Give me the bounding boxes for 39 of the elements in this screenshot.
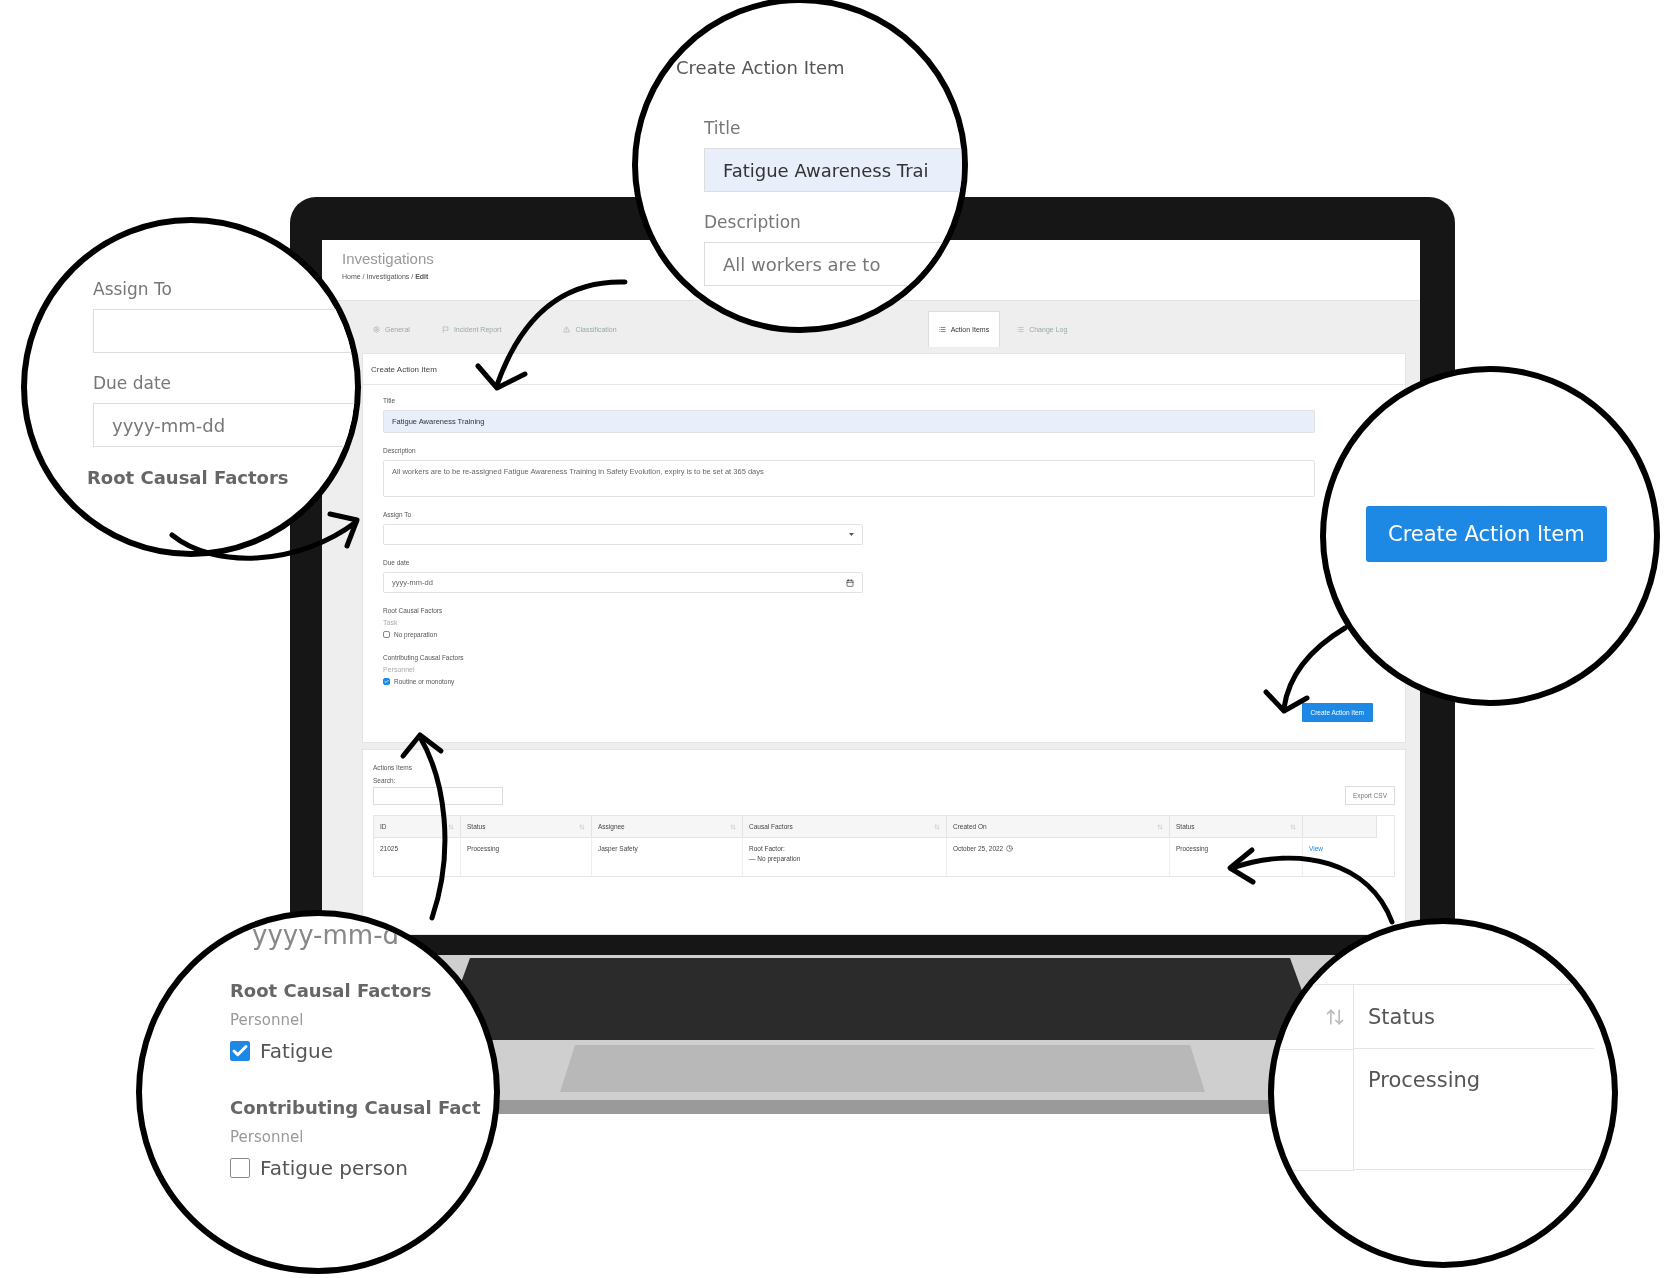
checkbox[interactable] — [230, 1158, 250, 1178]
checkbox-label: Fatigue — [260, 1039, 333, 1063]
section-heading: Contributing Causal Fact — [230, 1097, 481, 1118]
field-label: Description — [704, 212, 801, 232]
sort-icon[interactable] — [1157, 823, 1163, 830]
field-label: Due date — [93, 373, 172, 393]
sort-icon[interactable] — [730, 823, 736, 830]
table-cell: Processing — [1354, 1050, 1594, 1170]
section-heading: Root Causal Factors — [87, 467, 289, 488]
sort-icon[interactable] — [1325, 1007, 1345, 1027]
flag-icon — [441, 326, 449, 333]
create-action-item-button[interactable]: Create Action Item — [1366, 506, 1607, 562]
field-label: Title — [704, 118, 741, 138]
search-field[interactable] — [373, 787, 503, 805]
group-label: Personnel — [230, 1128, 304, 1146]
sort-icon[interactable] — [448, 823, 454, 830]
title-field[interactable]: Fatigue Awareness Trai — [704, 148, 962, 192]
form-heading: Create Action Item — [676, 57, 845, 78]
list-icon — [938, 326, 946, 333]
gear-icon — [373, 326, 380, 333]
column-header: Status — [1354, 985, 1594, 1049]
group-label: Personnel — [230, 1011, 304, 1029]
checkbox-label: Fatigue person — [260, 1156, 408, 1180]
section-heading: Root Causal Factors — [230, 980, 432, 1001]
warning-icon — [563, 326, 571, 333]
calendar-icon[interactable] — [846, 578, 854, 587]
list-icon — [1017, 326, 1025, 333]
caret-icon — [849, 533, 854, 536]
checked-checkbox[interactable] — [230, 1041, 250, 1061]
sort-icon[interactable] — [934, 823, 940, 830]
due-date-field[interactable]: yyyy-mm-dd — [93, 403, 355, 447]
clock-icon — [1006, 845, 1014, 852]
sort-icon[interactable] — [579, 823, 585, 830]
checked-checkbox[interactable] — [383, 678, 390, 685]
assign-to-select[interactable] — [383, 524, 863, 545]
sort-icon[interactable] — [1290, 823, 1296, 830]
field-label: Assign To — [93, 279, 172, 299]
page-title: Investigations — [342, 250, 434, 267]
checkbox[interactable] — [383, 631, 390, 638]
